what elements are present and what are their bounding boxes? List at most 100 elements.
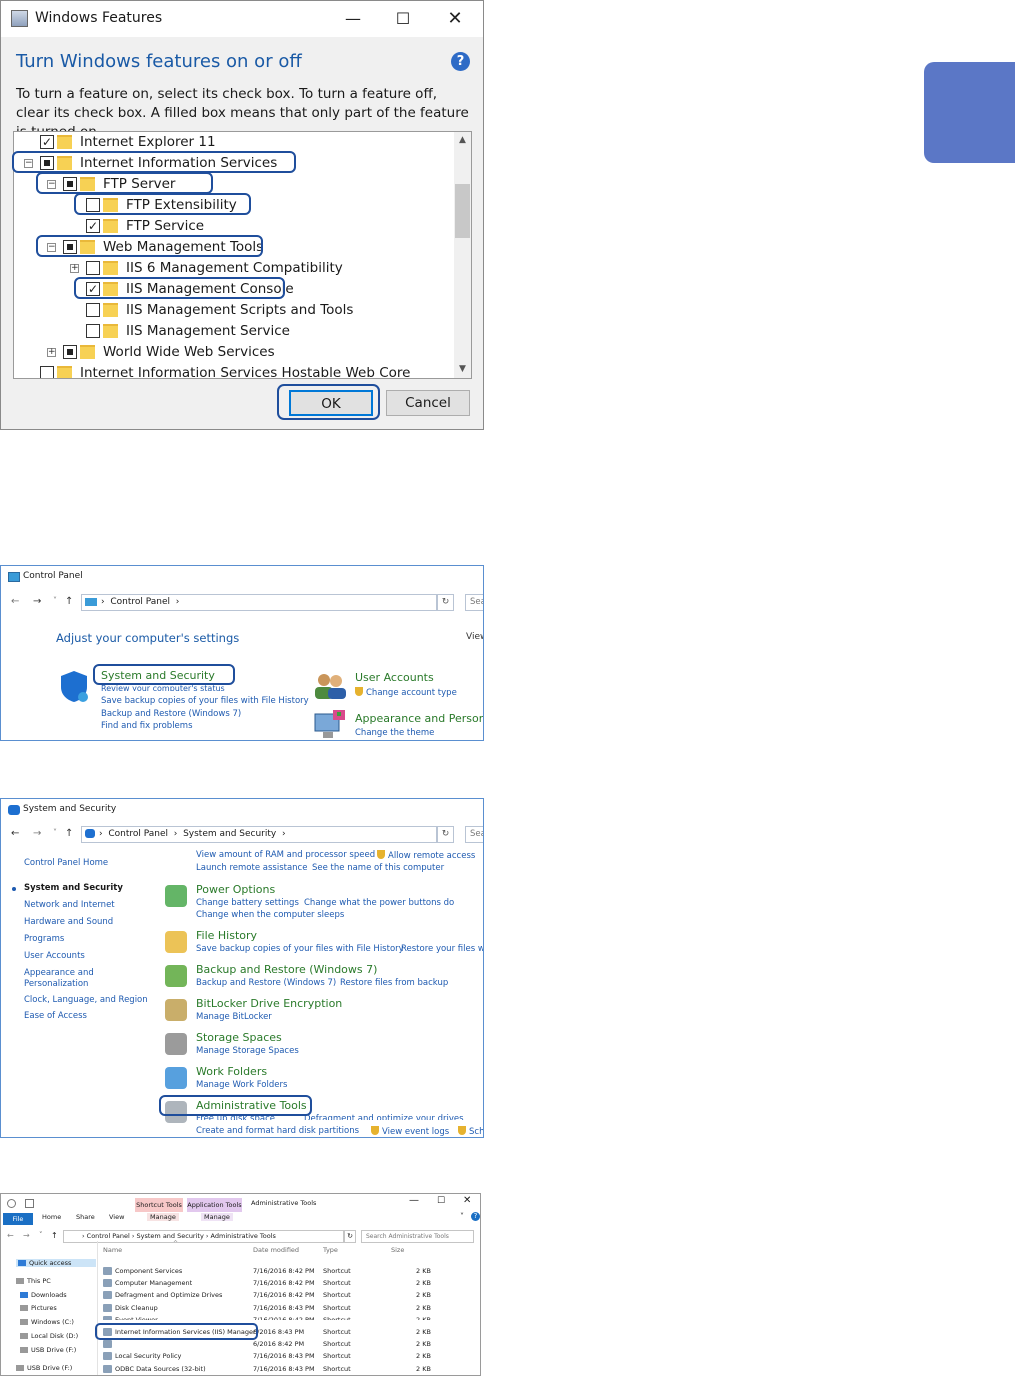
link-change-theme[interactable]: Change the theme	[355, 728, 434, 738]
sidebar-item[interactable]: Programs	[24, 934, 149, 945]
section-link[interactable]: View event logs	[371, 1126, 449, 1137]
link-computer-name[interactable]: See the name of this computer	[312, 863, 444, 873]
nav-item[interactable]: Downloads	[20, 1291, 67, 1299]
section-link[interactable]: Change when the computer sleeps	[196, 910, 344, 920]
back-icon[interactable]: ←	[11, 596, 19, 612]
file-row[interactable]: Disk Cleanup 7/16/2016 8:43 PM Shortcut 2 K…	[101, 1302, 441, 1314]
ribbon-tab-manage-shortcut[interactable]: Manage	[147, 1213, 179, 1221]
context-tab-shortcut-tools[interactable]: Shortcut Tools	[135, 1198, 183, 1212]
search-input[interactable]: Search Administrative Tools	[361, 1230, 474, 1243]
column-name[interactable]: Name	[103, 1246, 122, 1254]
nav-item[interactable]: Quick access	[16, 1259, 96, 1267]
section-link[interactable]: Backup and Restore (Windows 7)	[196, 978, 336, 988]
feature-row[interactable]: ✓ Internet Explorer 11	[14, 132, 454, 153]
up-icon[interactable]: ↑	[65, 596, 73, 612]
feature-checkbox[interactable]	[86, 303, 100, 317]
ribbon-tab-file[interactable]: File	[3, 1213, 33, 1225]
link-allow-remote[interactable]: Allow remote access	[377, 850, 475, 861]
file-row[interactable]: Component Services 7/16/2016 8:42 PM Short…	[101, 1265, 441, 1277]
nav-item[interactable]: USB Drive (F:)	[20, 1346, 76, 1354]
feature-checkbox[interactable]	[86, 324, 100, 338]
search-input[interactable]: Sea	[465, 826, 483, 843]
file-row[interactable]: Local Security Policy 7/16/2016 8:43 PM Sh…	[101, 1350, 441, 1362]
feature-checkbox[interactable]	[86, 261, 100, 275]
minimize-icon[interactable]: —	[330, 1, 376, 37]
section-title[interactable]: Storage Spaces	[196, 1031, 282, 1044]
ribbon-tab-view[interactable]: View	[109, 1213, 124, 1221]
address-bar[interactable]: › Control Panel › System and Security › …	[63, 1230, 344, 1243]
feature-checkbox[interactable]: ✓	[86, 219, 100, 233]
back-icon[interactable]: ←	[11, 828, 19, 844]
refresh-icon[interactable]: ↻	[437, 826, 454, 843]
nav-item[interactable]: Pictures	[20, 1304, 57, 1312]
minimize-icon[interactable]: —	[409, 1195, 419, 1206]
sidebar-item[interactable]: Hardware and Sound	[24, 917, 149, 928]
file-row[interactable]: Event Viewer 7/16/2016 8:42 PM Shortcut 2 K…	[101, 1314, 441, 1320]
context-tab-application-tools[interactable]: Application Tools	[187, 1198, 242, 1212]
category-user-accounts[interactable]: User Accounts	[355, 671, 434, 684]
feature-row[interactable]: + World Wide Web Services	[14, 342, 454, 363]
feature-checkbox[interactable]: ✓	[40, 135, 54, 149]
section-link[interactable]: Restore files from backup	[340, 978, 448, 988]
vertical-scrollbar[interactable]: ▲ ▼	[454, 132, 471, 378]
category-appearance[interactable]: Appearance and Personal	[355, 712, 483, 725]
recent-chevron-icon[interactable]: ˅	[53, 828, 57, 844]
nav-item[interactable]: USB Drive (F:)	[16, 1364, 72, 1372]
properties-icon[interactable]	[7, 1199, 16, 1208]
help-icon[interactable]: ?	[471, 1212, 480, 1221]
refresh-icon[interactable]: ↻	[437, 594, 454, 611]
section-link[interactable]: Change battery settings	[196, 898, 299, 908]
close-icon[interactable]: ✕	[463, 1195, 471, 1206]
close-icon[interactable]: ✕	[432, 1, 478, 37]
maximize-icon[interactable]: ☐	[437, 1196, 445, 1206]
link-backup-restore[interactable]: Backup and Restore (Windows 7)	[101, 709, 241, 719]
section-link[interactable]: Save backup copies of your files with Fi…	[196, 944, 404, 954]
section-title[interactable]: BitLocker Drive Encryption	[196, 997, 342, 1010]
column-date[interactable]: Date modified	[253, 1246, 299, 1254]
sidebar-item[interactable]: Clock, Language, and Region	[24, 995, 149, 1006]
feature-row[interactable]: + IIS 6 Management Compatibility	[14, 258, 454, 279]
up-icon[interactable]: ↑	[51, 1231, 58, 1240]
back-icon[interactable]: ←	[7, 1231, 14, 1240]
section-link[interactable]: Change what the power buttons do	[304, 898, 454, 908]
maximize-icon[interactable]: ☐	[380, 1, 426, 37]
forward-icon[interactable]: →	[33, 828, 41, 844]
nav-item[interactable]: Local Disk (D:)	[20, 1332, 78, 1340]
forward-icon[interactable]: →	[33, 596, 41, 612]
sidebar-item[interactable]: Control Panel Home	[24, 858, 149, 869]
nav-item[interactable]: This PC	[16, 1277, 51, 1285]
feature-row[interactable]: IIS Management Scripts and Tools	[14, 300, 454, 321]
help-icon[interactable]: ?	[451, 52, 470, 71]
section-title[interactable]: Power Options	[196, 883, 275, 896]
section-title[interactable]: File History	[196, 929, 257, 942]
expand-icon[interactable]: +	[47, 348, 56, 357]
sidebar-item[interactable]: User Accounts	[24, 951, 149, 962]
link-find-fix[interactable]: Find and fix problems	[101, 721, 193, 731]
scroll-thumb[interactable]	[455, 184, 470, 238]
feature-checkbox[interactable]	[63, 345, 77, 359]
cancel-button[interactable]: Cancel	[386, 390, 470, 416]
feature-checkbox[interactable]	[40, 366, 54, 378]
feature-row[interactable]: Internet Information Services Hostable W…	[14, 363, 454, 378]
scroll-up-icon[interactable]: ▲	[454, 132, 471, 149]
address-bar[interactable]: › Control Panel ›	[81, 594, 437, 611]
title-bar[interactable]: Windows Features — ☐ ✕	[1, 1, 483, 37]
search-input[interactable]: Sea	[465, 594, 483, 611]
section-link[interactable]: Manage Work Folders	[196, 1080, 287, 1090]
link-view-ram[interactable]: View amount of RAM and processor speed	[196, 850, 375, 860]
file-row[interactable]: Computer Management 7/16/2016 8:42 PM Shor…	[101, 1277, 441, 1289]
nav-item[interactable]: Windows (C:)	[20, 1318, 74, 1326]
section-link[interactable]: Create and format hard disk partitions	[196, 1126, 359, 1136]
section-title[interactable]: Work Folders	[196, 1065, 267, 1078]
ribbon-tab-home[interactable]: Home	[42, 1213, 61, 1221]
section-link[interactable]: Restore your files with	[401, 944, 483, 954]
column-size[interactable]: Size	[391, 1246, 404, 1254]
link-file-history[interactable]: Save backup copies of your files with Fi…	[101, 696, 309, 706]
forward-icon[interactable]: →	[23, 1231, 30, 1240]
ribbon-tab-manage-app[interactable]: Manage	[201, 1213, 233, 1221]
feature-row[interactable]: ✓ FTP Service	[14, 216, 454, 237]
section-link[interactable]: Manage Storage Spaces	[196, 1046, 299, 1056]
address-bar[interactable]: › Control Panel › System and Security ›	[81, 826, 437, 843]
scroll-down-icon[interactable]: ▼	[454, 361, 471, 378]
ribbon-tab-share[interactable]: Share	[76, 1213, 95, 1221]
